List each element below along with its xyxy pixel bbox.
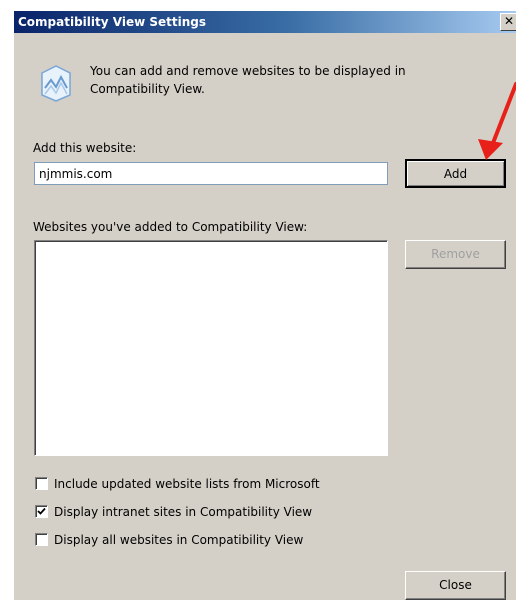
compatibility-view-icon (41, 65, 71, 102)
add-website-label: Add this website: (33, 141, 137, 155)
title-bar[interactable]: Compatibility View Settings ✕ (14, 11, 516, 33)
checkmark-icon (37, 507, 46, 515)
add-button[interactable]: Add (405, 159, 506, 188)
close-icon: ✕ (503, 14, 515, 28)
remove-button[interactable]: Remove (405, 240, 506, 269)
dialog-title: Compatibility View Settings (18, 15, 206, 29)
close-button[interactable]: Close (405, 571, 506, 600)
include-updated-lists-label: Include updated website lists from Micro… (54, 477, 320, 491)
added-websites-list[interactable] (34, 240, 388, 456)
description-text: You can add and remove websites to be di… (90, 64, 406, 96)
add-website-input[interactable] (34, 162, 388, 185)
added-websites-label: Websites you've added to Compatibility V… (33, 220, 308, 234)
display-all-websites-label: Display all websites in Compatibility Vi… (54, 533, 304, 547)
display-intranet-label: Display intranet sites in Compatibility … (54, 505, 313, 519)
include-updated-lists-checkbox[interactable] (35, 477, 48, 490)
compatibility-view-dialog: Compatibility View Settings ✕ You can ad… (14, 11, 516, 600)
display-intranet-checkbox[interactable] (35, 505, 48, 518)
display-all-websites-checkbox[interactable] (35, 533, 48, 546)
close-window-button[interactable]: ✕ (500, 13, 516, 31)
